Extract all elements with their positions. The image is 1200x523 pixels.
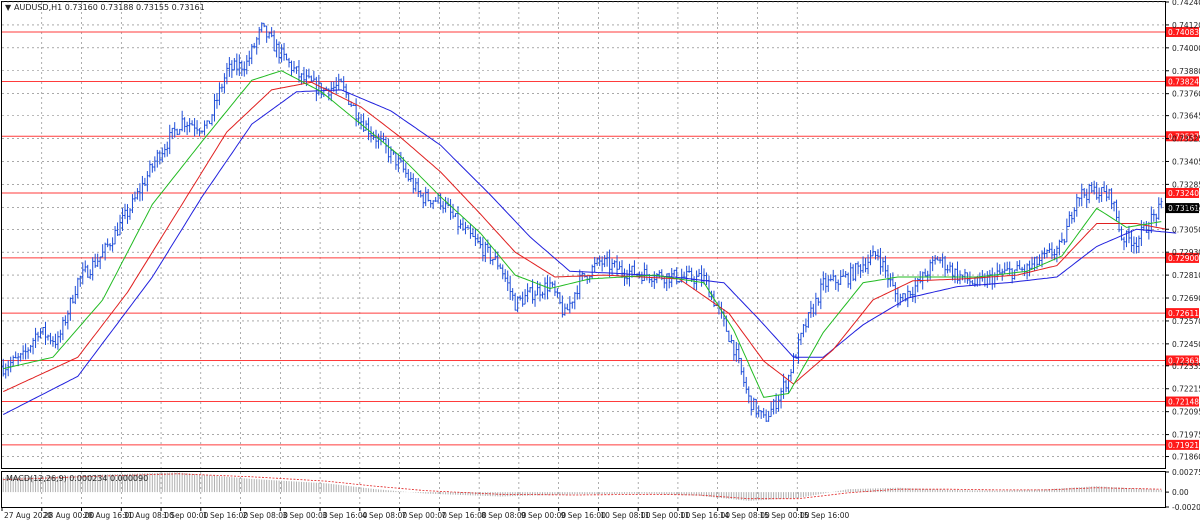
y-tick-label: 0.72450: [1172, 340, 1200, 349]
x-tick-label: 9 Sep 16:00: [561, 511, 607, 520]
x-tick-label: 15 Sep 16:00: [799, 511, 849, 520]
macd-y-tick-label: -0.002037: [1172, 503, 1200, 512]
y-tick-label: 0.72215: [1172, 385, 1200, 394]
y-tick-label: 0.73525: [1172, 135, 1200, 144]
level-label: 0.71921: [1168, 441, 1199, 450]
dropdown-arrow-icon[interactable]: ▼: [5, 3, 12, 12]
y-tick-label: 0.73760: [1172, 90, 1200, 99]
y-tick-label: 0.73880: [1172, 67, 1200, 76]
y-tick-label: 0.72810: [1172, 271, 1200, 280]
y-tick-label: 0.73165: [1172, 203, 1200, 212]
x-tick-label: 3 Sep 00:00: [282, 511, 328, 520]
x-tick-label: 2 Sep 08:00: [243, 511, 289, 520]
x-tick-label: 3 Sep 16:00: [322, 511, 368, 520]
y-tick-label: 0.73050: [1172, 225, 1200, 234]
macd-y-tick-label: 0.00: [1172, 488, 1189, 497]
y-tick-label: 0.71975: [1172, 431, 1200, 440]
y-tick-label: 0.71860: [1172, 453, 1200, 462]
level-label: 0.73824: [1168, 77, 1199, 86]
x-tick-label: 1 Sep 16:00: [203, 511, 249, 520]
macd-y-tick-label: 0.002751: [1172, 468, 1200, 477]
x-tick-label: 9 Sep 00:00: [521, 511, 567, 520]
macd-info: MACD(12,26,9) 0.000234 0.000090: [6, 474, 148, 483]
trading-chart[interactable]: 0.740830.738240.735370.732400.729000.726…: [0, 0, 1200, 523]
y-tick-label: 0.72690: [1172, 294, 1200, 303]
y-tick-label: 0.72335: [1172, 362, 1200, 371]
symbol-info: AUDUSD,H1 0.73160 0.73188 0.73155 0.7316…: [14, 3, 205, 12]
x-tick-label: 4 Sep 08:00: [362, 511, 408, 520]
y-tick-label: 0.73405: [1172, 157, 1200, 166]
y-tick-label: 0.74240: [1172, 0, 1200, 7]
y-tick-label: 0.72095: [1172, 408, 1200, 417]
x-tick-label: 7 Sep 00:00: [402, 511, 448, 520]
y-tick-label: 0.72930: [1172, 248, 1200, 257]
y-tick-label: 0.72570: [1172, 317, 1200, 326]
y-tick-label: 0.73285: [1172, 180, 1200, 189]
x-tick-label: 1 Sep 00:00: [163, 511, 209, 520]
level-label: 0.72148: [1168, 398, 1199, 407]
y-tick-label: 0.74000: [1172, 44, 1200, 53]
x-tick-label: 7 Sep 16:00: [441, 511, 487, 520]
level-label: 0.73240: [1168, 189, 1199, 198]
x-tick-label: 8 Sep 08:00: [481, 511, 527, 520]
y-tick-label: 0.73645: [1172, 112, 1200, 121]
y-tick-label: 0.74120: [1172, 21, 1200, 30]
